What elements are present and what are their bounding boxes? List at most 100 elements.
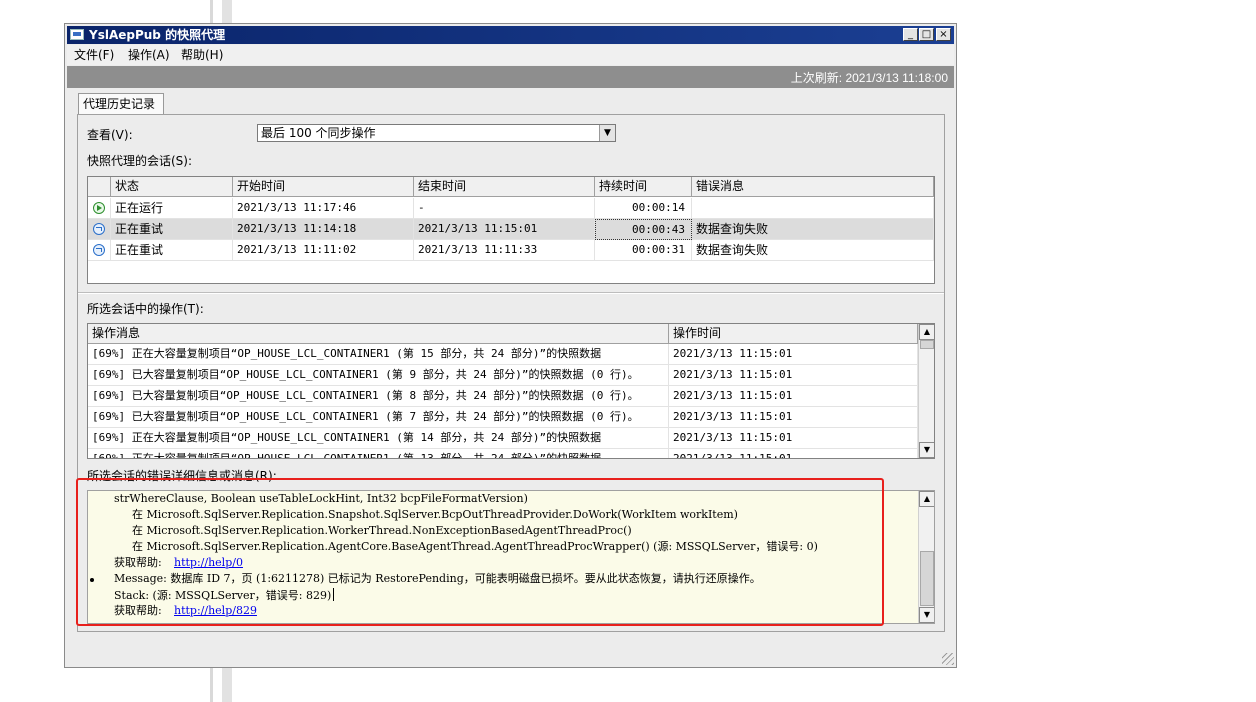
scroll-thumb[interactable]	[920, 551, 934, 606]
snapshot-agent-window: YslAepPub 的快照代理 _ □ × 文件(F) 操作(A) 帮助(H) …	[64, 23, 957, 668]
column-header-status[interactable]: 状态	[111, 177, 233, 197]
text-cursor	[333, 588, 335, 601]
operation-row[interactable]: [69%] 正在大容量复制项目“OP_HOUSE_LCL_CONTAINER1 …	[88, 344, 918, 365]
operation-message: [69%] 已大容量复制项目“OP_HOUSE_LCL_CONTAINER1 (…	[88, 386, 669, 407]
bullet-icon	[90, 578, 94, 582]
operations-scrollbar[interactable]: ▲ ▼	[918, 324, 934, 458]
session-row-selected[interactable]: 正在重试 2021/3/13 11:14:18 2021/3/13 11:15:…	[88, 219, 934, 240]
scroll-thumb[interactable]	[920, 340, 934, 349]
last-refresh-text: 上次刷新: 2021/3/13 11:18:00	[790, 71, 948, 85]
error-details-textarea[interactable]: strWhereClause, Boolean useTableLockHint…	[87, 490, 935, 624]
operation-row[interactable]: [69%] 已大容量复制项目“OP_HOUSE_LCL_CONTAINER1 (…	[88, 365, 918, 386]
session-error: 数据查询失败	[692, 219, 934, 240]
title-bar[interactable]: YslAepPub 的快照代理 _ □ ×	[67, 26, 954, 44]
panel-splitter[interactable]	[78, 292, 944, 294]
refresh-status-bar: 上次刷新: 2021/3/13 11:18:00	[67, 66, 954, 88]
maximize-button[interactable]: □	[919, 28, 934, 41]
help-link[interactable]: http://help/0	[174, 556, 243, 570]
column-header-error-message[interactable]: 错误消息	[692, 177, 934, 197]
detail-stack: Stack: (源: MSSQLServer，错误号: 829)	[114, 588, 335, 603]
operation-time: 2021/3/13 11:15:01	[669, 407, 918, 428]
close-button[interactable]: ×	[936, 28, 951, 41]
sessions-grid: 状态 开始时间 结束时间 持续时间 错误消息 正在运行 2021/3/13 11…	[87, 176, 935, 284]
menu-action[interactable]: 操作(A)	[128, 47, 170, 63]
running-status-icon	[93, 202, 105, 214]
session-end-time: 2021/3/13 11:15:01	[414, 219, 595, 240]
column-header-operation-message[interactable]: 操作消息	[88, 324, 669, 344]
session-duration: 00:00:14	[595, 198, 692, 219]
session-row-icon-cell	[88, 240, 111, 261]
session-start-time: 2021/3/13 11:17:46	[233, 198, 414, 219]
operation-message: [69%] 正在大容量复制项目“OP_HOUSE_LCL_CONTAINER1 …	[88, 344, 669, 365]
detail-line: 在 Microsoft.SqlServer.Replication.Snapsh…	[132, 508, 738, 521]
dropdown-arrow-icon[interactable]: ▼	[599, 125, 615, 141]
resize-grip-icon[interactable]	[942, 653, 954, 665]
detail-stack-text: Stack: (源: MSSQLServer，错误号: 829)	[114, 589, 332, 602]
detail-line: 在 Microsoft.SqlServer.Replication.AgentC…	[132, 540, 818, 553]
retry-status-icon	[93, 223, 105, 235]
operation-time: 2021/3/13 11:15:01	[669, 386, 918, 407]
sessions-label: 快照代理的会话(S):	[87, 154, 193, 168]
menu-file[interactable]: 文件(F)	[74, 47, 114, 63]
session-start-time: 2021/3/13 11:14:18	[233, 219, 414, 240]
background-line	[222, 668, 232, 702]
operation-time: 2021/3/13 11:15:01	[669, 365, 918, 386]
operation-message: [69%] 正在大容量复制项目“OP_HOUSE_LCL_CONTAINER1 …	[88, 428, 669, 449]
scroll-up-icon[interactable]: ▲	[919, 324, 934, 340]
scroll-down-icon[interactable]: ▼	[919, 607, 934, 623]
operation-row[interactable]: [69%] 正在大容量复制项目“OP_HOUSE_LCL_CONTAINER1 …	[88, 428, 918, 449]
session-error: 数据查询失败	[692, 240, 934, 261]
operations-grid: 操作消息 操作时间 [69%] 正在大容量复制项目“OP_HOUSE_LCL_C…	[87, 323, 935, 459]
session-duration: 00:00:43	[595, 219, 692, 240]
details-label: 所选会话的错误详细信息或消息(R):	[87, 469, 277, 483]
detail-message: Message: 数据库 ID 7，页 (1:6211278) 已标记为 Res…	[114, 572, 761, 585]
session-start-time: 2021/3/13 11:11:02	[233, 240, 414, 261]
retry-status-icon	[93, 244, 105, 256]
operation-row[interactable]: [69%] 已大容量复制项目“OP_HOUSE_LCL_CONTAINER1 (…	[88, 386, 918, 407]
background-line	[222, 0, 232, 23]
operations-label: 所选会话中的操作(T):	[87, 302, 204, 316]
row-header-corner	[88, 177, 111, 197]
session-status: 正在重试	[111, 219, 233, 240]
background-line	[210, 668, 213, 702]
minimize-button[interactable]: _	[903, 28, 918, 41]
session-status: 正在重试	[111, 240, 233, 261]
session-error	[692, 198, 934, 219]
app-icon	[70, 29, 84, 40]
operation-row[interactable]: [69%] 正在大容量复制项目“OP_HOUSE_LCL_CONTAINER1 …	[88, 449, 918, 458]
session-row-icon-cell	[88, 219, 111, 240]
session-row[interactable]: 正在重试 2021/3/13 11:11:02 2021/3/13 11:11:…	[88, 240, 934, 261]
scroll-down-icon[interactable]: ▼	[919, 442, 934, 458]
session-end-time: -	[414, 198, 595, 219]
detail-line: 在 Microsoft.SqlServer.Replication.Worker…	[132, 524, 632, 537]
help-label: 获取帮助:	[114, 604, 162, 617]
view-label: 查看(V):	[87, 128, 133, 142]
column-header-operation-time[interactable]: 操作时间	[669, 324, 918, 344]
session-duration: 00:00:31	[595, 240, 692, 261]
scroll-up-icon[interactable]: ▲	[919, 491, 934, 507]
detail-line: strWhereClause, Boolean useTableLockHint…	[114, 492, 528, 505]
operation-time: 2021/3/13 11:15:01	[669, 428, 918, 449]
tab-agent-history[interactable]: 代理历史记录	[78, 93, 164, 115]
operation-time: 2021/3/13 11:15:01	[669, 344, 918, 365]
background-line	[210, 0, 213, 23]
details-scrollbar[interactable]: ▲ ▼	[918, 491, 934, 623]
session-row-icon-cell	[88, 198, 111, 219]
help-label: 获取帮助:	[114, 556, 162, 569]
menu-help[interactable]: 帮助(H)	[181, 47, 223, 63]
view-select-value: 最后 100 个同步操作	[261, 126, 376, 140]
operation-time: 2021/3/13 11:15:01	[669, 449, 918, 458]
column-header-duration[interactable]: 持续时间	[595, 177, 692, 197]
window-title: YslAepPub 的快照代理	[89, 28, 226, 42]
help-link[interactable]: http://help/829	[174, 604, 257, 618]
operation-row[interactable]: [69%] 已大容量复制项目“OP_HOUSE_LCL_CONTAINER1 (…	[88, 407, 918, 428]
column-header-start-time[interactable]: 开始时间	[233, 177, 414, 197]
view-select[interactable]: 最后 100 个同步操作 ▼	[257, 124, 616, 142]
session-end-time: 2021/3/13 11:11:33	[414, 240, 595, 261]
session-status: 正在运行	[111, 198, 233, 219]
menu-bar: 文件(F) 操作(A) 帮助(H)	[67, 45, 954, 65]
operation-message: [69%] 正在大容量复制项目“OP_HOUSE_LCL_CONTAINER1 …	[88, 449, 669, 458]
column-header-end-time[interactable]: 结束时间	[414, 177, 595, 197]
session-row[interactable]: 正在运行 2021/3/13 11:17:46 - 00:00:14	[88, 198, 934, 219]
operation-message: [69%] 已大容量复制项目“OP_HOUSE_LCL_CONTAINER1 (…	[88, 365, 669, 386]
